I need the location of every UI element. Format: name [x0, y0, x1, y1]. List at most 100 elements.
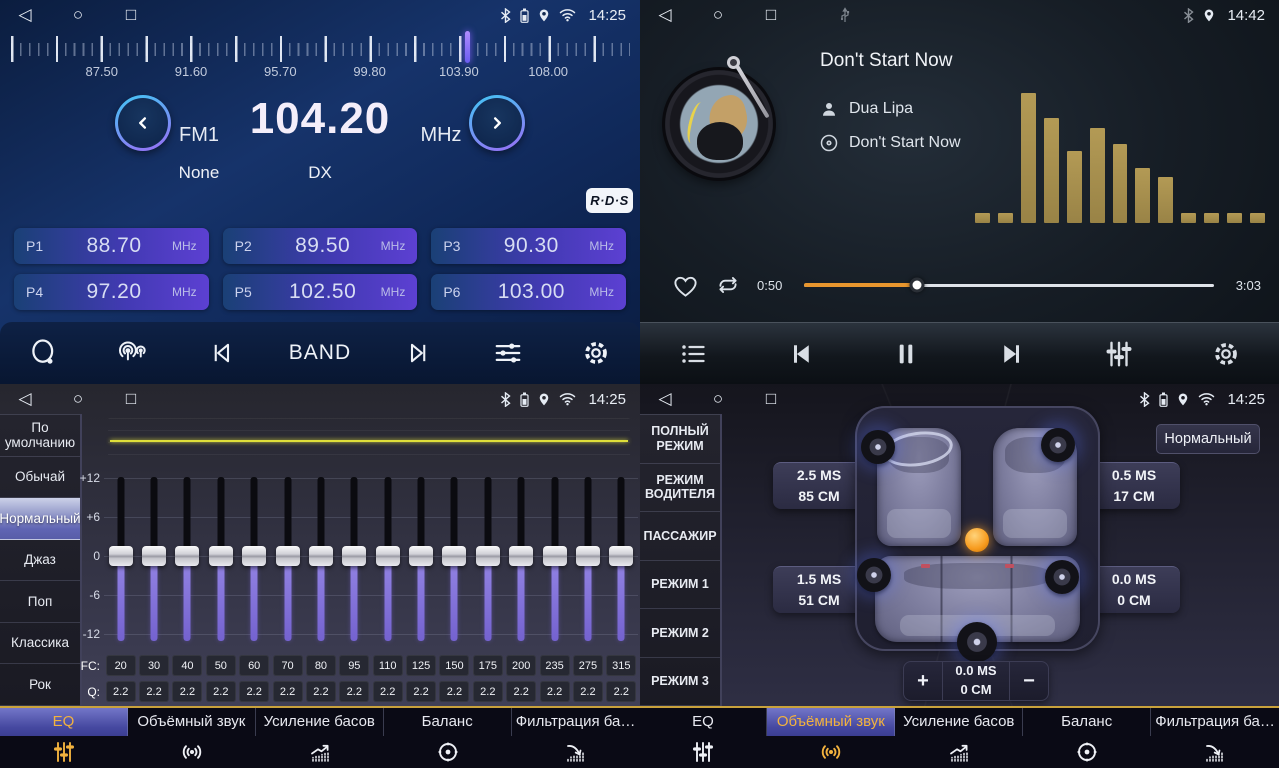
q-value[interactable]: 2.2: [339, 681, 369, 702]
fc-value[interactable]: 150: [439, 655, 469, 676]
q-value[interactable]: 2.2: [273, 681, 303, 702]
slider-thumb[interactable]: [109, 546, 133, 566]
fc-value[interactable]: 175: [473, 655, 503, 676]
prev-station-button[interactable]: [115, 95, 171, 151]
nav-back-icon[interactable]: ◁: [14, 5, 36, 25]
q-value[interactable]: 2.2: [573, 681, 603, 702]
preset-p3[interactable]: P390.30MHz: [431, 228, 626, 264]
fc-value[interactable]: 30: [139, 655, 169, 676]
tab-surround-right[interactable]: Объёмный звук: [767, 708, 895, 768]
next-station-button[interactable]: [469, 95, 525, 151]
mode-driver[interactable]: РЕЖИМ ВОДИТЕЛЯ: [640, 464, 720, 513]
q-value[interactable]: 2.2: [239, 681, 269, 702]
fc-value[interactable]: 40: [172, 655, 202, 676]
fc-value[interactable]: 125: [406, 655, 436, 676]
slider-thumb[interactable]: [342, 546, 366, 566]
mode-1[interactable]: РЕЖИМ 1: [640, 561, 720, 610]
slider-thumb[interactable]: [209, 546, 233, 566]
fc-value[interactable]: 60: [239, 655, 269, 676]
eq-band-slider[interactable]: [371, 472, 404, 646]
preset-p5[interactable]: P5102.50MHz: [223, 274, 418, 310]
eq-band-slider[interactable]: [171, 472, 204, 646]
fc-value[interactable]: 80: [306, 655, 336, 676]
eq-band-slider[interactable]: [271, 472, 304, 646]
eq-band-slider[interactable]: [238, 472, 271, 646]
band-button[interactable]: BAND: [277, 330, 363, 376]
mode-full[interactable]: ПОЛНЫЙ РЕЖИМ: [640, 414, 720, 464]
mode-2[interactable]: РЕЖИМ 2: [640, 609, 720, 658]
mode-passenger[interactable]: ПАССАЖИР: [640, 512, 720, 561]
nav-home-icon[interactable]: ○: [707, 5, 729, 25]
fc-value[interactable]: 20: [106, 655, 136, 676]
tab-balance-right[interactable]: Баланс: [1023, 708, 1151, 768]
equalizer-button[interactable]: [1087, 331, 1151, 377]
delay-rear-left[interactable]: 1.5 MS 51 CM: [773, 566, 865, 613]
favorite-heart-icon[interactable]: [672, 272, 699, 299]
slider-thumb[interactable]: [175, 546, 199, 566]
slider-thumb[interactable]: [576, 546, 600, 566]
frequency-ruler[interactable]: [10, 34, 630, 64]
nav-back-icon[interactable]: ◁: [654, 389, 676, 409]
q-value[interactable]: 2.2: [506, 681, 536, 702]
slider-thumb[interactable]: [509, 546, 533, 566]
fc-value[interactable]: 70: [273, 655, 303, 676]
tab-filter-left[interactable]: Фильтрация ба…: [512, 708, 640, 768]
nav-home-icon[interactable]: ○: [707, 389, 729, 409]
tab-eq-right[interactable]: EQ: [640, 708, 768, 768]
q-value[interactable]: 2.2: [306, 681, 336, 702]
delay-front-left[interactable]: 2.5 MS 85 CM: [773, 462, 865, 509]
eq-preset-rock[interactable]: Рок: [0, 664, 80, 706]
eq-band-slider[interactable]: [471, 472, 504, 646]
fc-value[interactable]: 275: [573, 655, 603, 676]
eq-band-slider[interactable]: [204, 472, 237, 646]
slider-thumb[interactable]: [276, 546, 300, 566]
eq-band-slider[interactable]: [505, 472, 538, 646]
playlist-button[interactable]: [661, 331, 725, 377]
tab-filter-right[interactable]: Фильтрация ба…: [1151, 708, 1279, 768]
settings-button[interactable]: [1194, 331, 1258, 377]
nav-back-icon[interactable]: ◁: [14, 389, 36, 409]
decrease-delay-button[interactable]: −: [1010, 662, 1048, 700]
tab-surround-left[interactable]: Объёмный звук: [128, 708, 256, 768]
slider-thumb[interactable]: [242, 546, 266, 566]
increase-delay-button[interactable]: +: [904, 662, 942, 700]
nav-home-icon[interactable]: ○: [67, 389, 89, 409]
repeat-icon[interactable]: [714, 272, 742, 298]
preset-p4[interactable]: P497.20MHz: [14, 274, 209, 310]
tab-eq-left[interactable]: EQ: [0, 708, 128, 768]
nav-home-icon[interactable]: ○: [67, 5, 89, 25]
slider-thumb[interactable]: [609, 546, 633, 566]
eq-band-slider[interactable]: [438, 472, 471, 646]
seek-bar[interactable]: [804, 284, 1214, 287]
eq-band-slider[interactable]: [304, 472, 337, 646]
slider-thumb[interactable]: [442, 546, 466, 566]
fc-value[interactable]: 235: [540, 655, 570, 676]
delay-front-right[interactable]: 0.5 MS 17 CM: [1088, 462, 1180, 509]
eq-band-slider[interactable]: [571, 472, 604, 646]
previous-track-button[interactable]: [768, 331, 832, 377]
profile-button[interactable]: Нормальный: [1156, 424, 1260, 454]
scan-button[interactable]: [12, 330, 76, 376]
eq-preset-default[interactable]: По умолчанию: [0, 414, 80, 457]
eq-band-slider[interactable]: [137, 472, 170, 646]
broadcast-button[interactable]: [100, 330, 164, 376]
fc-value[interactable]: 110: [373, 655, 403, 676]
nav-recents-icon[interactable]: □: [120, 389, 142, 409]
preset-p6[interactable]: P6103.00MHz: [431, 274, 626, 310]
slider-thumb[interactable]: [476, 546, 500, 566]
q-value[interactable]: 2.2: [206, 681, 236, 702]
q-value[interactable]: 2.2: [373, 681, 403, 702]
audio-settings-button[interactable]: [476, 330, 540, 376]
nav-recents-icon[interactable]: □: [760, 5, 782, 25]
fc-value[interactable]: 95: [339, 655, 369, 676]
nav-recents-icon[interactable]: □: [120, 5, 142, 25]
slider-thumb[interactable]: [543, 546, 567, 566]
fc-value[interactable]: 200: [506, 655, 536, 676]
settings-button[interactable]: [564, 330, 628, 376]
fc-value[interactable]: 50: [206, 655, 236, 676]
q-value[interactable]: 2.2: [540, 681, 570, 702]
q-value[interactable]: 2.2: [139, 681, 169, 702]
q-value[interactable]: 2.2: [439, 681, 469, 702]
prev-preset-button[interactable]: [189, 330, 253, 376]
eq-band-slider[interactable]: [338, 472, 371, 646]
